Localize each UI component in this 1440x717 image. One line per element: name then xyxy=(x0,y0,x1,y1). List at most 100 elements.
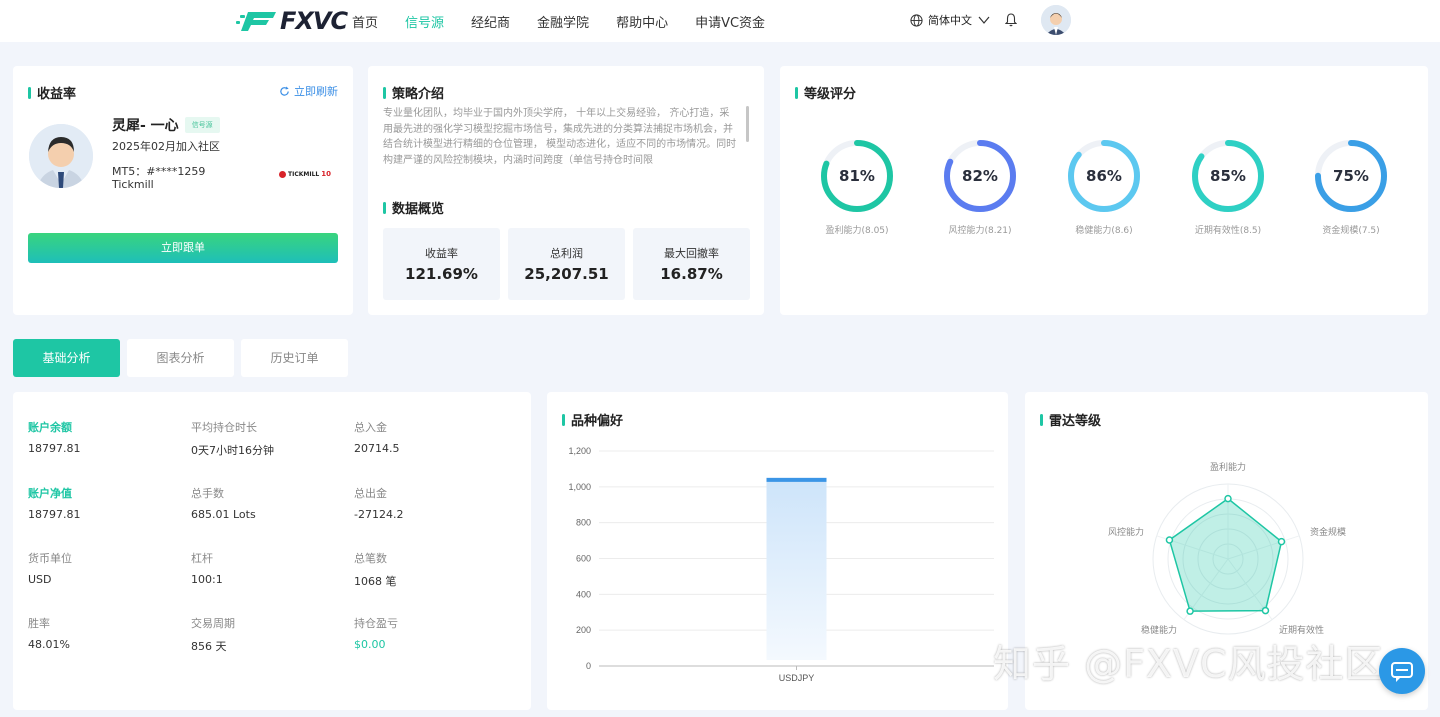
analysis-label: 总笔数 xyxy=(354,552,387,565)
bar-top xyxy=(766,477,827,482)
tickmill-logo: TICKMILL 10 xyxy=(279,170,331,178)
analysis-value: -27124.2 xyxy=(354,508,404,521)
analysis-value: 20714.5 xyxy=(354,442,400,455)
tab-basic-analysis[interactable]: 基础分析 xyxy=(13,339,120,377)
rating-label: 近期有效性(8.5) xyxy=(1194,226,1262,236)
x-tick-label: USDJPY xyxy=(779,673,815,683)
analysis-value: 48.01% xyxy=(28,638,70,651)
radar-point[interactable] xyxy=(1186,607,1194,615)
rating-label: 资金规模(7.5) xyxy=(1322,226,1380,236)
nav-link-5[interactable]: 申请VC资金 xyxy=(695,12,765,31)
stat-value: 121.69% xyxy=(405,265,478,283)
tab-chart-analysis[interactable]: 图表分析 xyxy=(127,339,234,377)
analysis-value: 856 天 xyxy=(191,640,227,653)
chat-button[interactable] xyxy=(1379,648,1425,694)
broker-name: Tickmill xyxy=(112,178,154,191)
follow-button[interactable]: 立即跟单 xyxy=(28,233,338,263)
radar-axis-label: 盈利能力 xyxy=(1210,461,1246,472)
nav-link-2[interactable]: 经纪商 xyxy=(471,12,510,31)
rating-label: 风控能力(8.21) xyxy=(948,226,1012,236)
mt5-account: MT5：#****1259 xyxy=(112,165,206,178)
rating-label: 稳健能力(8.6) xyxy=(1075,226,1133,236)
radar-axis-label: 风控能力 xyxy=(1108,526,1144,537)
bar[interactable] xyxy=(766,477,827,660)
nav-link-1[interactable]: 信号源 xyxy=(405,12,444,31)
refresh-button[interactable]: 立即刷新 xyxy=(279,83,338,99)
stat-return: 收益率 121.69% xyxy=(383,228,500,300)
nav-link-4[interactable]: 帮助中心 xyxy=(616,12,668,31)
strategy-scrollbar[interactable] xyxy=(746,106,749,142)
rating-ring: 81% xyxy=(819,138,895,214)
tickmill-logo-dot xyxy=(279,170,286,178)
analysis-label: 账户余额 xyxy=(28,421,72,434)
trader-name: 灵犀- 一心 信号源 xyxy=(112,115,220,135)
refresh-icon xyxy=(280,85,289,96)
avatar-figure xyxy=(1041,5,1071,35)
strategy-title: 策略介绍 xyxy=(383,83,444,102)
analysis-label: 杠杆 xyxy=(191,552,213,565)
analysis-value: 0天7小时16分钟 xyxy=(191,444,274,457)
profile-card: 收益率 立即刷新 灵犀- 一心 信号源 2025年02月加入社区 MT5：#**… xyxy=(13,66,353,315)
rating-card: 等级评分 81% 盈利能力(8.05) 82% 风控能力(8.21) 86% 稳健能力(8… xyxy=(780,66,1428,315)
language-selector[interactable]: 简体中文 xyxy=(910,12,995,28)
stat-label: 总利润 xyxy=(550,247,583,260)
y-tick-label: 600 xyxy=(576,554,591,564)
trader-avatar xyxy=(29,124,93,188)
rating-ring: 82% xyxy=(942,138,1018,214)
analysis-value: 1068 笔 xyxy=(354,575,397,588)
radar-point[interactable] xyxy=(1261,606,1270,615)
watermark: 知乎 @FXVC风投社区 xyxy=(993,642,1384,686)
rating-value: 82% xyxy=(962,167,998,185)
tickmill-logo-badge: 10 xyxy=(321,170,331,178)
stat-drawdown: 最大回撤率 16.87% xyxy=(633,228,750,300)
stat-value: 16.87% xyxy=(660,265,723,283)
rating-ring: 75% xyxy=(1313,138,1389,214)
bell-icon[interactable] xyxy=(1005,13,1017,27)
globe-icon xyxy=(910,13,923,27)
analysis-label: 交易周期 xyxy=(191,617,235,630)
chat-icon xyxy=(1391,662,1413,682)
overview-title: 数据概览 xyxy=(383,198,444,217)
analysis-label: 货币单位 xyxy=(28,552,72,565)
analysis-label: 平均持仓时长 xyxy=(191,421,257,434)
radar-point[interactable] xyxy=(1165,536,1174,544)
analysis-value: USD xyxy=(28,573,52,586)
avatar-figure xyxy=(29,124,93,188)
chevron-down-icon xyxy=(978,16,990,24)
trader-name-text: 灵犀- 一心 xyxy=(112,118,179,134)
analysis-label: 账户净值 xyxy=(28,487,72,500)
analysis-value: $0.00 xyxy=(354,638,386,651)
radar-point[interactable] xyxy=(1224,494,1232,503)
analysis-label: 胜率 xyxy=(28,617,50,630)
analysis-label: 总入金 xyxy=(354,421,387,434)
user-avatar[interactable] xyxy=(1041,5,1071,35)
tickmill-logo-text: TICKMILL xyxy=(288,170,320,178)
y-tick-label: 1,000 xyxy=(568,482,591,492)
profile-card-title: 收益率 xyxy=(28,83,76,102)
logo-text: FXVC xyxy=(280,7,348,35)
logo-icon xyxy=(236,12,276,31)
analysis-card: 账户余额 18797.81 平均持仓时长 0天7小时16分钟 总入金 20714.5 账户净… xyxy=(13,392,531,710)
nav-links: 首页 信号源 经纪商 金融学院 帮助中心 申请VC资金 xyxy=(352,0,792,42)
rating-value: 75% xyxy=(1333,167,1369,185)
rating-ring: 85% xyxy=(1190,138,1266,214)
analysis-label: 总出金 xyxy=(354,487,387,500)
strategy-description: 专业量化团队，均毕业于国内外顶尖学府， 十年以上交易经验， 齐心打造，采用最先进… xyxy=(383,108,737,166)
top-nav: FXVC 首页 信号源 经纪商 金融学院 帮助中心 申请VC资金 简体中文 xyxy=(0,0,1440,42)
y-tick-label: 400 xyxy=(576,589,591,599)
fxvc-logo[interactable]: FXVC xyxy=(236,7,348,35)
rating-ring: 86% xyxy=(1066,138,1142,214)
tab-history-orders[interactable]: 历史订单 xyxy=(241,339,348,377)
refresh-label: 立即刷新 xyxy=(294,85,338,98)
stat-value: 25,207.51 xyxy=(524,265,609,283)
analysis-label: 总手数 xyxy=(191,487,224,500)
stat-label: 最大回撤率 xyxy=(664,247,719,260)
rating-value: 86% xyxy=(1086,167,1122,185)
joined-date: 2025年02月加入社区 xyxy=(112,140,220,153)
y-tick-label: 200 xyxy=(576,625,591,635)
radar-point[interactable] xyxy=(1277,537,1286,546)
nav-link-0[interactable]: 首页 xyxy=(352,12,378,31)
nav-link-3[interactable]: 金融学院 xyxy=(537,12,589,31)
analysis-label: 持仓盈亏 xyxy=(354,617,398,630)
radar-axis-label: 资金规模 xyxy=(1310,526,1346,537)
